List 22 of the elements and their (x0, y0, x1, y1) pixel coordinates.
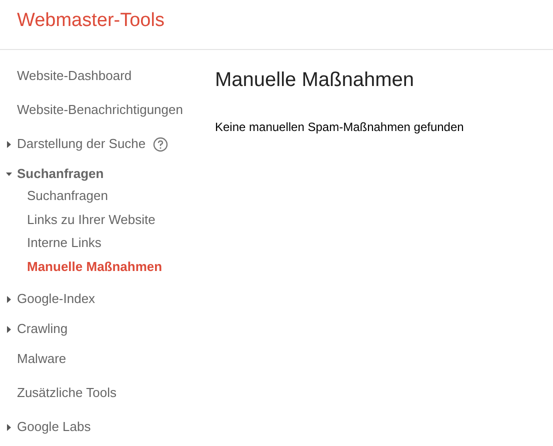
nav-link[interactable]: Malware (0, 349, 66, 383)
nav-subitem[interactable]: Links zu Ihrer Website (27, 210, 156, 233)
nav-section[interactable]: Crawling (17, 319, 68, 339)
nav-subitem[interactable]: Suchanfragen (27, 186, 108, 210)
collapsed-triangle-icon[interactable] (6, 326, 12, 332)
app-title[interactable]: Webmaster-Tools (17, 10, 164, 32)
help-icon[interactable] (152, 136, 168, 152)
nav-link[interactable]: Website-Dashboard (0, 66, 132, 100)
collapsed-triangle-icon[interactable] (6, 140, 12, 148)
expanded-triangle-icon[interactable] (6, 170, 12, 178)
nav-link[interactable]: Zusätzliche Tools (0, 383, 116, 417)
nav-link[interactable]: Website-Benachrichtigungen (0, 100, 183, 134)
page-heading: Manuelle Maßnahmen (215, 68, 415, 92)
status-message: Keine manuellen Spam-Maßnahmen gefunden (215, 120, 464, 134)
nav-section[interactable]: Suchanfragen (17, 164, 104, 184)
collapsed-triangle-icon[interactable] (6, 296, 12, 302)
nav-section[interactable]: Google-Index (17, 289, 96, 309)
nav-section[interactable]: Darstellung der Suche (17, 134, 146, 154)
collapsed-triangle-icon[interactable] (6, 424, 12, 430)
nav-subitem[interactable]: Interne Links (27, 233, 102, 256)
nav-section[interactable]: Google Labs (17, 417, 91, 437)
nav-subitem[interactable]: Manuelle Maßnahmen (27, 256, 162, 280)
